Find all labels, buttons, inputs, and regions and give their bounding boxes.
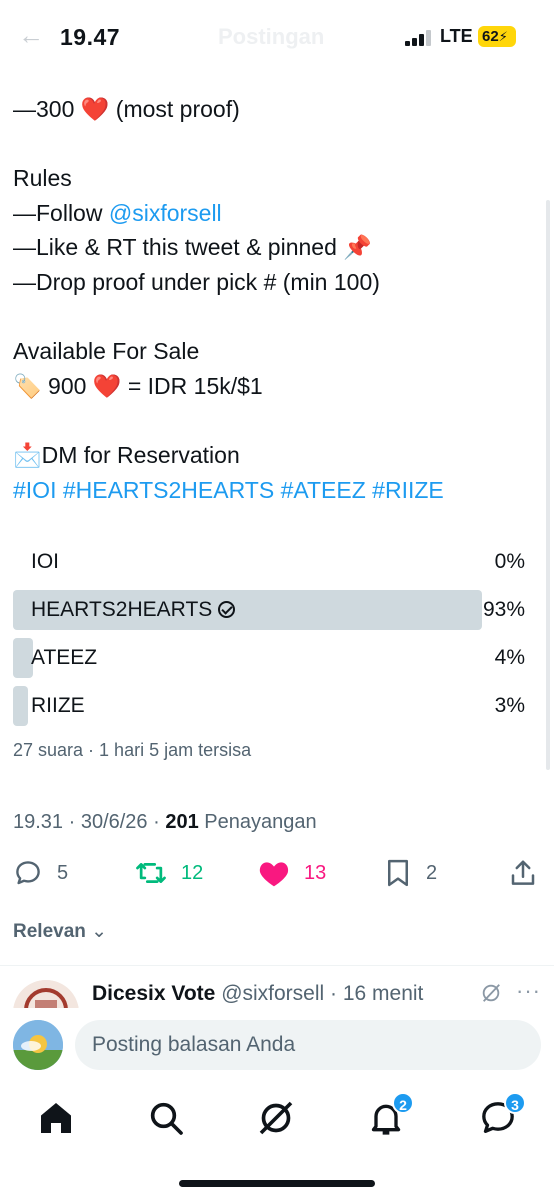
views-count: 201 [165,811,199,833]
poll-option: ATEEZ 4% [13,638,525,678]
tweet-text-segment: —300 [13,96,81,122]
poll-option-label: HEARTS2HEARTS [31,598,236,622]
poll-meta: 27 suara · 1 hari 5 jam tersisa [13,740,252,760]
tweet-line: Rules [13,165,72,192]
reply-icon [16,861,40,885]
views-label: Penayangan [198,811,317,833]
back-arrow-icon[interactable]: ← [18,22,44,48]
network-type: LTE [440,26,473,46]
poll-option-percent: 0% [494,550,525,573]
repost-count: 12 [181,861,204,884]
poll-option-percent: 3% [494,694,525,717]
reply-button[interactable]: 5 [13,856,68,890]
tweet-timestamp: 19.31 · 30/6/26 · 201 Penayangan [13,811,317,834]
share-button[interactable] [508,856,552,890]
bookmark-button[interactable]: 2 [384,856,437,890]
poll-bar [13,686,28,726]
user-avatar[interactable] [13,1020,63,1070]
charging-icon: ⚡ [498,29,508,44]
mention-link[interactable]: @sixforsell [109,200,222,226]
tweet-line: —300 ❤️ (most proof) [13,92,533,127]
screen-title: Postingan [218,24,325,49]
reply-input[interactable]: Posting balasan Anda [75,1020,541,1070]
status-bar: ← 19.47 Postingan LTE 62⚡ [0,0,554,72]
like-button[interactable]: 13 [258,856,326,890]
messages-badge: 3 [504,1092,526,1114]
nav-messages[interactable]: 3 [478,1092,526,1138]
tweet-text-segment: —Follow [13,199,109,226]
home-indicator [179,1180,375,1187]
poll-option: HEARTS2HEARTS 93% [13,590,525,630]
chevron-down-icon: ⌄ [91,921,108,942]
poll-bar [13,638,33,678]
more-options-icon[interactable]: ··· [516,978,541,1004]
poll-option-label: IOI [31,550,59,574]
tweet-line: 📩DM for Reservation [13,441,240,468]
poll: IOI 0% HEARTS2HEARTS 93% ATEEZ 4% RIIZE 3% [13,542,525,734]
tweet-line: Available For Sale [13,338,200,365]
share-icon [511,860,535,885]
tweet-line: 🏷️ 900 ❤️ = IDR 15k/$1 [13,369,533,404]
reply-count: 5 [57,861,69,884]
bookmark-count: 2 [426,861,438,884]
nav-grok[interactable] [256,1098,296,1138]
reply-composer: Posting balasan Anda [0,1008,554,1082]
poll-option-percent: 4% [494,646,525,669]
tweet-datetime: 19.31 · 30/6/26 · [13,811,166,833]
tweet-actions: 5 12 13 2 [0,856,554,890]
repost-button[interactable]: 12 [135,856,203,890]
avatar-image [13,1020,63,1070]
poll-option: RIIZE 3% [13,686,525,726]
tweet-text-segment: 🏷️ 900 [13,372,93,399]
battery-level: 62 [482,28,499,45]
scrollbar[interactable] [546,200,550,770]
poll-option-percent: 93% [482,598,525,621]
repost-icon [136,863,166,883]
signal-icon [405,30,435,46]
search-icon [150,1102,183,1135]
status-time: 19.47 [60,24,121,50]
poll-option-text: ATEEZ [31,646,98,669]
sort-dropdown[interactable]: Relevan ⌄ [13,920,107,943]
poll-option-label: RIIZE [31,694,85,718]
battery-indicator: 62⚡ [478,26,516,47]
nav-home[interactable] [36,1098,76,1138]
poll-option-text: RIIZE [31,694,85,717]
heart-icon [259,862,289,887]
grok-icon[interactable] [480,982,502,1009]
hashtag-links[interactable]: #IOI #HEARTS2HEARTS #ATEEZ #RIIZE [13,473,533,508]
poll-option-text: IOI [31,550,60,573]
tweet-text-segment: = IDR 15k/$1 [121,372,263,399]
reply-header: Dicesix Vote @sixforsell · 16 menit [92,982,423,1006]
reply-author-name[interactable]: Dicesix Vote [92,982,215,1005]
like-count: 13 [304,861,327,884]
home-icon [41,1103,71,1133]
grok-icon [259,1101,293,1135]
heart-emoji: ❤️ [80,96,110,122]
tweet-text-segment: (most proof) [109,96,240,122]
poll-option-text: HEARTS2HEARTS [31,598,213,621]
bookmark-icon [388,859,408,887]
divider [0,965,554,966]
tweet-text: —300 ❤️ (most proof) Rules —Follow @sixf… [13,92,533,507]
check-circle-icon [218,601,236,618]
nav-search[interactable] [146,1098,186,1138]
heart-emoji: ❤️ [92,372,122,399]
nav-notifications[interactable]: 2 [366,1092,414,1138]
poll-option: IOI 0% [13,542,525,582]
reply-handle: @sixforsell · 16 menit [221,982,424,1005]
poll-option-label: ATEEZ [31,646,97,670]
bottom-navigation: 2 3 [0,1090,554,1150]
tweet-line: —Drop proof under pick # (min 100) [13,268,380,295]
tweet-line: —Like & RT this tweet & pinned 📌 [13,234,372,261]
tweet-line: —Follow @sixforsell [13,196,533,231]
notifications-badge: 2 [392,1092,414,1114]
sort-label: Relevan [13,921,86,942]
